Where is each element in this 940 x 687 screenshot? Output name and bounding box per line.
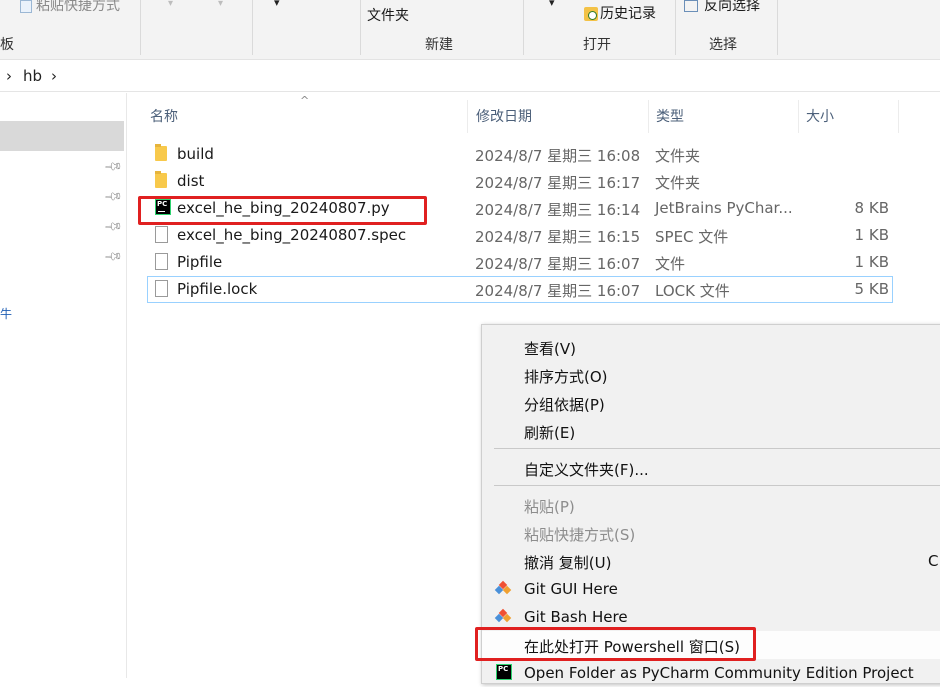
git-icon — [494, 608, 512, 624]
file-type: JetBrains PyChar... — [655, 199, 793, 217]
menu-item-customize-folder[interactable]: 自定义文件夹(F)... — [482, 454, 940, 482]
new-group-label: 新建 — [425, 37, 453, 53]
invert-selection-button[interactable]: 反向选择 — [684, 0, 760, 15]
paste-shortcut-button[interactable]: 粘贴快捷方式 — [20, 0, 120, 15]
file-type: 文件夹 — [655, 147, 701, 165]
navigation-pane: 📌︎ 📌︎ 📌︎ 📌︎ 牛 — [0, 93, 127, 678]
file-type: 文件 — [655, 255, 686, 273]
menu-item-view[interactable]: 查看(V) — [482, 333, 940, 361]
menu-item-undo-copy[interactable]: 撤消 复制(U) C — [482, 547, 940, 575]
column-header-date[interactable]: 修改日期 — [476, 106, 532, 126]
column-header-name[interactable]: 名称 — [150, 106, 178, 126]
file-type: SPEC 文件 — [655, 228, 729, 246]
menu-separator — [494, 448, 940, 449]
ribbon: 粘贴快捷方式 板 ▾ ▾ ▾ 文件夹 新建 ▾ 历史记录 打开 反向选择 选择 — [0, 0, 940, 60]
file-size: 1 KB — [854, 253, 889, 271]
file-name: excel_he_bing_20240807.spec — [177, 226, 407, 244]
clipboard-group-label: 板 — [0, 37, 14, 53]
file-row[interactable]: build 2024/8/7 星期三 16:08 文件夹 — [147, 141, 893, 168]
sort-ascending-icon: ^ — [300, 94, 310, 107]
highlight-box — [475, 627, 756, 661]
file-icon — [155, 226, 168, 243]
folder-icon — [155, 171, 167, 188]
file-row[interactable]: dist 2024/8/7 星期三 16:17 文件夹 — [147, 168, 893, 195]
file-type: LOCK 文件 — [655, 282, 730, 300]
menu-item-group[interactable]: 分组依据(P) — [482, 389, 940, 417]
file-size: 1 KB — [854, 226, 889, 244]
menu-item-paste-shortcut: 粘贴快捷方式(S) — [524, 526, 636, 544]
chevron-down-icon[interactable]: ▾ — [549, 0, 555, 9]
breadcrumb-hb[interactable]: hb — [23, 67, 42, 85]
column-divider[interactable] — [648, 100, 649, 133]
pin-icon: 📌︎ — [103, 186, 124, 207]
chevron-down-icon[interactable]: ▾ — [218, 0, 223, 9]
highlight-box — [138, 196, 427, 225]
file-row[interactable]: excel_he_bing_20240807.spec 2024/8/7 星期三… — [147, 222, 893, 249]
pin-icon: 📌︎ — [103, 216, 124, 237]
pin-icon: 📌︎ — [103, 156, 124, 177]
file-name: build — [177, 145, 214, 163]
menu-shortcut: C — [928, 552, 939, 570]
chevron-down-icon[interactable]: ▾ — [274, 0, 280, 9]
file-date: 2024/8/7 星期三 16:08 — [475, 147, 641, 165]
file-icon — [155, 253, 168, 270]
file-date: 2024/8/7 星期三 16:07 — [475, 282, 641, 300]
column-header-size[interactable]: 大小 — [806, 106, 834, 126]
ribbon-divider — [252, 0, 253, 55]
history-icon — [584, 7, 598, 21]
folder-icon — [155, 144, 167, 161]
invert-selection-icon — [684, 0, 698, 12]
column-divider[interactable] — [898, 100, 899, 133]
breadcrumb-chevron[interactable]: › — [51, 67, 57, 85]
file-row-selected[interactable]: Pipfile.lock 2024/8/7 星期三 16:07 LOCK 文件 … — [147, 276, 893, 303]
menu-item-git-gui[interactable]: Git GUI Here — [482, 575, 940, 603]
open-group-label: 打开 — [583, 37, 611, 53]
file-type: 文件夹 — [655, 174, 701, 192]
file-date: 2024/8/7 星期三 16:17 — [475, 174, 641, 192]
ribbon-divider — [675, 0, 676, 55]
menu-separator — [494, 485, 940, 486]
breadcrumb-chevron[interactable]: › — [6, 67, 12, 85]
file-date: 2024/8/7 星期三 16:07 — [475, 255, 641, 273]
file-size: 8 KB — [854, 199, 889, 217]
history-button[interactable]: 历史记录 — [584, 3, 656, 23]
pin-icon: 📌︎ — [103, 246, 124, 267]
select-group-label: 选择 — [709, 37, 737, 53]
column-divider[interactable] — [798, 100, 799, 133]
menu-item-paste: 粘贴(P) — [524, 498, 575, 516]
ribbon-divider — [523, 0, 524, 55]
new-folder-button[interactable]: 文件夹 — [367, 5, 409, 25]
file-name: dist — [177, 172, 205, 190]
nav-selected-item[interactable] — [0, 121, 124, 151]
file-row[interactable]: Pipfile 2024/8/7 星期三 16:07 文件 1 KB — [147, 249, 893, 276]
file-name: Pipfile — [177, 253, 223, 271]
column-header-type[interactable]: 类型 — [656, 106, 684, 126]
paste-shortcut-icon — [20, 0, 32, 13]
column-divider[interactable] — [467, 100, 468, 133]
menu-item-refresh[interactable]: 刷新(E) — [482, 417, 940, 445]
file-date: 2024/8/7 星期三 16:15 — [475, 228, 641, 246]
file-size: 5 KB — [854, 280, 889, 298]
file-date: 2024/8/7 星期三 16:14 — [475, 201, 641, 219]
address-bar[interactable]: › hb › — [0, 63, 940, 92]
file-name: Pipfile.lock — [177, 280, 258, 298]
ribbon-divider — [360, 0, 361, 55]
git-icon — [494, 580, 512, 596]
chevron-down-icon[interactable]: ▾ — [168, 0, 173, 9]
nav-item-partial[interactable]: 牛 — [0, 305, 12, 322]
ribbon-divider — [777, 0, 778, 55]
menu-item-open-pycharm[interactable]: Open Folder as PyCharm Community Edition… — [482, 659, 940, 687]
ribbon-divider — [140, 0, 141, 55]
file-icon — [155, 280, 168, 297]
menu-item-sort[interactable]: 排序方式(O) — [482, 361, 940, 389]
